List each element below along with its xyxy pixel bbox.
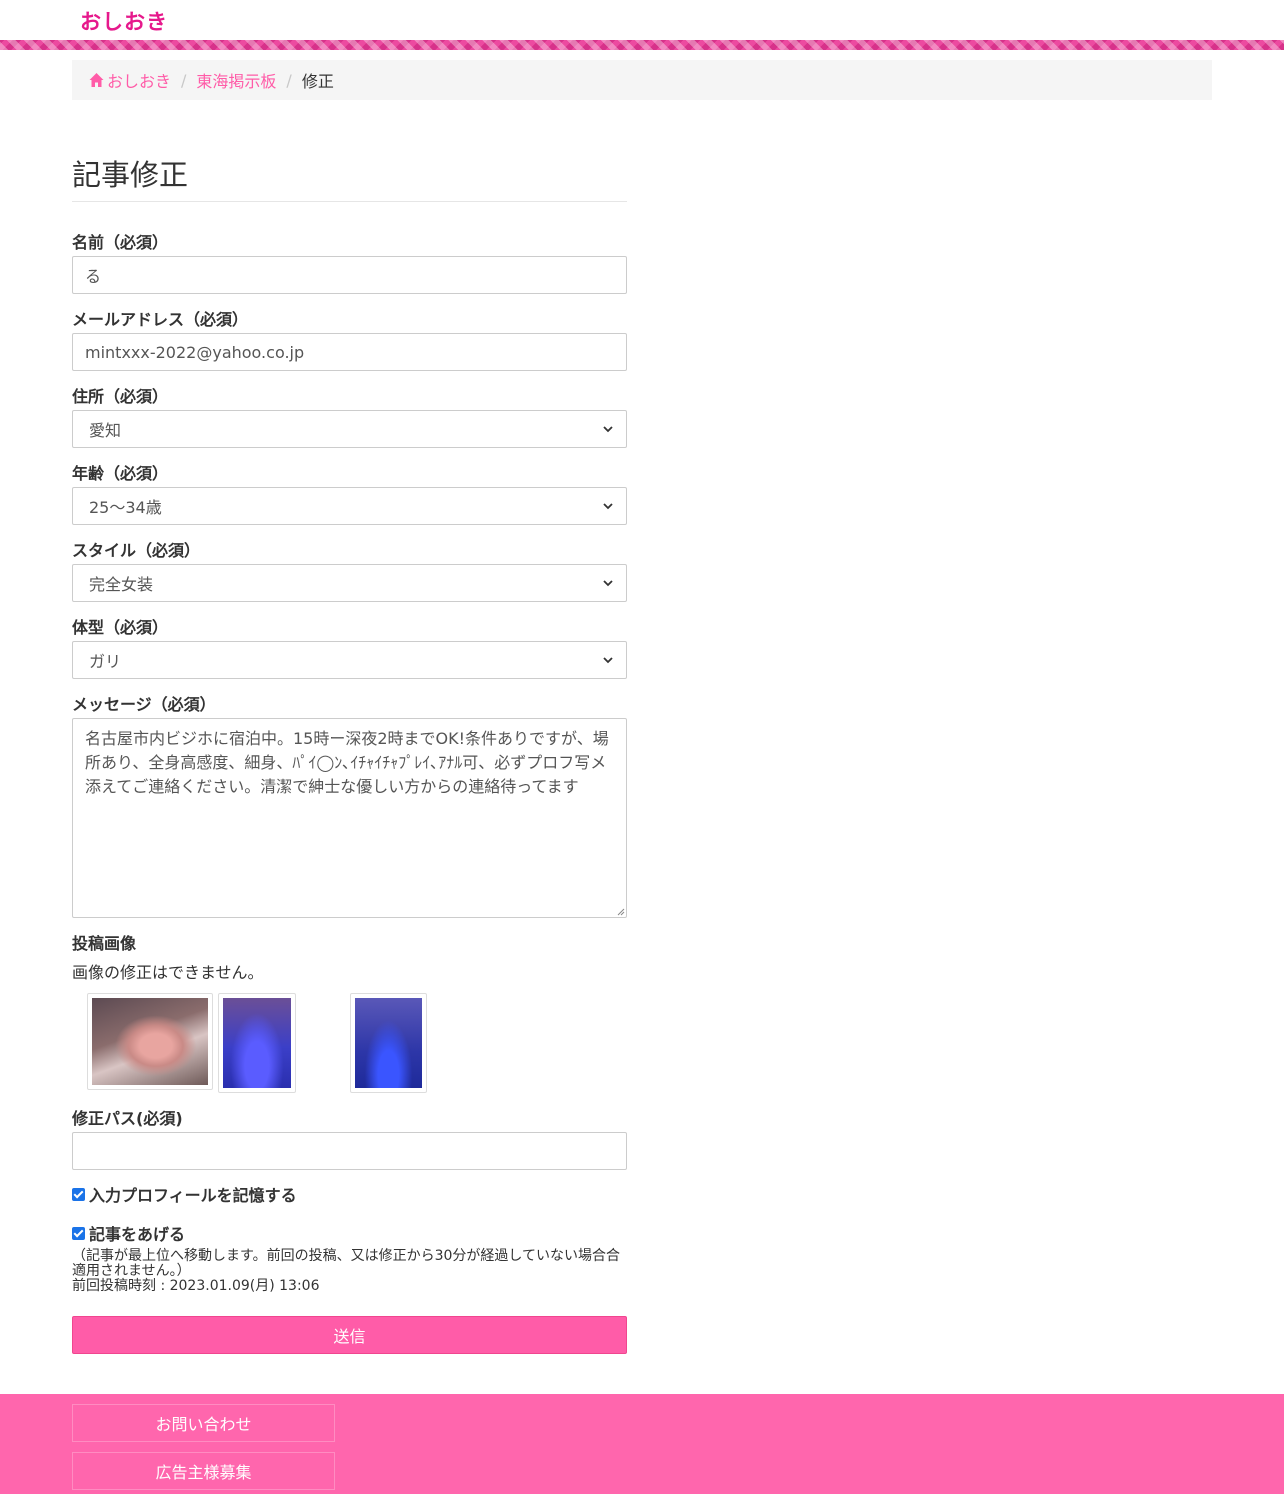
address-select[interactable]: 愛知 [72, 410, 627, 448]
message-textarea[interactable]: 名古屋市内ビジホに宿泊中。15時ー深夜2時までOK!条件ありですが、場所あり、全… [72, 718, 627, 918]
bump-post-label: 記事をあげる [89, 1225, 186, 1244]
email-label: メールアドレス（必須） [72, 310, 249, 329]
breadcrumb: おしおき / 東海掲示板 / 修正 [72, 60, 1212, 100]
edit-form: 記事修正 [72, 150, 627, 202]
contact-link[interactable]: お問い合わせ [72, 1404, 335, 1442]
style-select[interactable]: 完全女装 [72, 564, 627, 602]
remember-profile-label: 入力プロフィールを記憶する [89, 1186, 297, 1205]
body-type-select[interactable]: ガリ [72, 641, 627, 679]
remember-profile-checkbox[interactable]: 入力プロフィールを記憶する [72, 1182, 297, 1206]
images-label: 投稿画像 [72, 934, 137, 953]
posted-image-2[interactable] [218, 993, 296, 1093]
message-label: メッセージ（必須） [72, 695, 216, 714]
bump-note: （記事が最上位へ移動します。前回の投稿、又は修正から30分が経過していない場合合… [72, 1249, 632, 1294]
bump-note-text: （記事が最上位へ移動します。前回の投稿、又は修正から30分が経過していない場合合… [72, 1248, 620, 1279]
message-text: 名古屋市内ビジホに宿泊中。15時ー深夜2時までOK!条件ありですが、場所あり、全… [85, 729, 609, 796]
footer: お問い合わせ 広告主様募集 [0, 1394, 1284, 1494]
last-post-time: 前回投稿時刻 : 2023.01.09(月) 13:06 [72, 1278, 320, 1294]
images-note: 画像の修正はできません。 [72, 963, 264, 982]
breadcrumb-home[interactable]: おしおき [88, 68, 171, 92]
posted-image-1-photo [92, 998, 208, 1085]
name-label: 名前（必須） [72, 233, 169, 252]
checkbox-checked-icon[interactable] [72, 1187, 85, 1201]
body-type-label: 体型（必須） [72, 618, 169, 637]
breadcrumb-current: 修正 [301, 72, 334, 91]
edit-pass-label: 修正パス(必須) [72, 1109, 183, 1128]
site-logo[interactable]: おしおき [80, 6, 168, 36]
email-input[interactable]: mintxxx-2022@yahoo.co.jp [72, 333, 627, 371]
chevron-down-icon [603, 657, 613, 664]
age-select-value: 25〜34歳 [89, 498, 162, 517]
posted-image-2-photo [223, 998, 291, 1088]
page-title: 記事修正 [72, 150, 627, 202]
breadcrumb-home-label: おしおき [107, 72, 172, 91]
style-select-value: 完全女装 [89, 575, 154, 594]
header-stripe [0, 40, 1284, 50]
name-input[interactable]: る [72, 256, 627, 294]
resize-handle-icon[interactable] [615, 906, 625, 916]
posted-image-3-photo [355, 998, 422, 1088]
chevron-down-icon [603, 580, 613, 587]
age-select[interactable]: 25〜34歳 [72, 487, 627, 525]
style-label: スタイル（必須） [72, 541, 201, 560]
header: おしおき [0, 0, 1284, 40]
posted-image-3[interactable] [350, 993, 427, 1093]
chevron-down-icon [603, 426, 613, 433]
advertiser-link[interactable]: 広告主様募集 [72, 1452, 335, 1490]
address-label: 住所（必須） [72, 387, 169, 406]
address-select-value: 愛知 [89, 421, 122, 440]
breadcrumb-board[interactable]: 東海掲示板 [196, 68, 276, 92]
body-type-select-value: ガリ [89, 652, 122, 671]
edit-pass-input[interactable] [72, 1132, 627, 1170]
checkbox-checked-icon[interactable] [72, 1226, 85, 1240]
chevron-down-icon [603, 503, 613, 510]
age-label: 年齢（必須） [72, 464, 169, 483]
breadcrumb-separator: / [181, 70, 187, 90]
submit-button[interactable]: 送信 [72, 1316, 627, 1354]
bump-post-checkbox[interactable]: 記事をあげる [72, 1221, 185, 1245]
posted-image-1[interactable] [87, 993, 213, 1090]
breadcrumb-separator: / [286, 70, 292, 90]
home-icon [89, 73, 104, 87]
